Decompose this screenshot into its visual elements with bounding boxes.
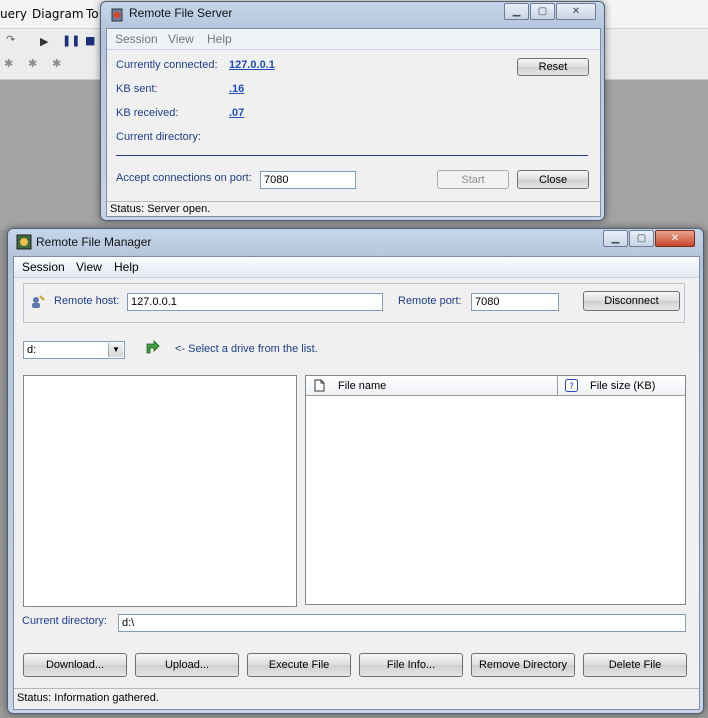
port-input[interactable]: 7080 [260,171,356,189]
manager-status-text: Status: Information gathered. [17,692,159,704]
start-button[interactable]: Start [437,170,509,189]
connection-group: Remote host: 127.0.0.1 Remote port: 7080… [23,283,685,323]
port-label: Accept connections on port: [116,172,252,184]
close-button[interactable]: Close [517,170,589,189]
user-icon [32,295,45,308]
currently-connected-label: Currently connected: [116,59,218,71]
tool-b-icon[interactable]: ✱ [28,57,37,70]
manager-client: Session View Help Remote host: 127.0.0.1… [13,256,700,710]
kb-sent-label: KB sent: [116,83,158,95]
server-titlebar[interactable]: Remote File Server ▁ ▢ ✕ [101,2,604,28]
kb-received-value: .07 [229,107,245,119]
kb-received-label: KB received: [116,107,179,119]
column-header-file-size[interactable]: ? File size (KB) [558,376,685,396]
remote-port-label: Remote port: [398,295,462,307]
manager-menu-view[interactable]: View [76,260,102,274]
directory-tree[interactable] [23,375,297,607]
server-title: Remote File Server [129,6,233,20]
file-info-button[interactable]: File Info... [359,653,463,677]
server-menu-view[interactable]: View [168,32,194,46]
manager-current-directory-label: Current directory: [22,615,107,627]
server-status-text: Status: Server open. [110,203,211,215]
server-current-directory-label: Current directory: [116,131,201,143]
info-icon: ? [565,379,578,392]
server-menu-session[interactable]: Session [115,32,158,46]
column-header-file-name[interactable]: File name [306,376,558,396]
column-header-file-size-label: File size (KB) [590,380,656,392]
manager-titlebar[interactable]: Remote File Manager ▁ ▢ ✕ [8,229,703,255]
minimize-icon[interactable]: ▁ [504,3,529,20]
background-menu-tools[interactable]: To [86,7,99,21]
manager-menu-help[interactable]: Help [114,260,139,274]
server-caption-buttons: ▁ ▢ ✕ [503,3,596,20]
disconnect-button[interactable]: Disconnect [583,291,680,311]
drive-select[interactable]: d: ▼ [23,341,125,359]
pause-icon[interactable]: ❚❚ [62,34,80,47]
delete-file-button[interactable]: Delete File [583,653,687,677]
kb-sent-value: .16 [229,83,245,95]
currently-connected-value: 127.0.0.1 [229,59,275,71]
stop-icon[interactable]: ■ [85,34,95,47]
upload-button[interactable]: Upload... [135,653,239,677]
execute-file-button[interactable]: Execute File [247,653,351,677]
divider [116,155,588,156]
background-menu-diagram[interactable]: Diagram [32,7,84,21]
close-icon[interactable]: ✕ [655,230,695,247]
minimize-icon[interactable]: ▁ [603,230,628,247]
remote-host-input[interactable]: 127.0.0.1 [127,293,383,311]
manager-caption-buttons: ▁ ▢ ✕ [602,230,695,247]
background-menu-query[interactable]: uery [0,7,27,21]
close-icon[interactable]: ✕ [556,3,596,20]
refresh-arrow-icon[interactable] [144,340,160,356]
tool-a-icon[interactable]: ✱ [4,57,13,70]
manager-menu-session[interactable]: Session [22,260,65,274]
drive-hint-text: <- Select a drive from the list. [175,343,318,355]
chevron-down-icon[interactable]: ▼ [108,343,123,357]
redo-icon[interactable]: ↷ [6,33,15,46]
manager-app-icon [16,234,32,250]
current-directory-input[interactable]: d:\ [118,614,686,632]
svg-text:?: ? [569,382,574,392]
tool-c-icon[interactable]: ✱ [52,57,61,70]
server-window: Remote File Server ▁ ▢ ✕ Session View He… [100,1,605,221]
server-app-icon [111,8,123,22]
reset-button[interactable]: Reset [517,58,589,76]
status-divider [107,201,600,202]
status-divider [14,688,699,689]
manager-window: Remote File Manager ▁ ▢ ✕ Session View H… [7,228,704,714]
drive-select-value: d: [27,344,37,356]
remote-port-input[interactable]: 7080 [471,293,559,311]
maximize-icon[interactable]: ▢ [629,230,654,247]
server-client: Session View Help Currently connected: 1… [106,28,601,217]
maximize-icon[interactable]: ▢ [530,3,555,20]
download-button[interactable]: Download... [23,653,127,677]
manager-menubar: Session View Help [14,257,699,278]
remove-directory-button[interactable]: Remove Directory [471,653,575,677]
play-icon[interactable]: ▶ [40,35,48,48]
server-menu-help[interactable]: Help [207,32,232,46]
manager-title: Remote File Manager [36,235,152,249]
file-icon [314,379,325,392]
remote-host-label: Remote host: [54,295,120,307]
server-menubar: Session View Help [107,29,600,50]
file-list[interactable]: File name ? File size (KB) [305,375,686,605]
column-header-file-name-label: File name [338,380,387,392]
